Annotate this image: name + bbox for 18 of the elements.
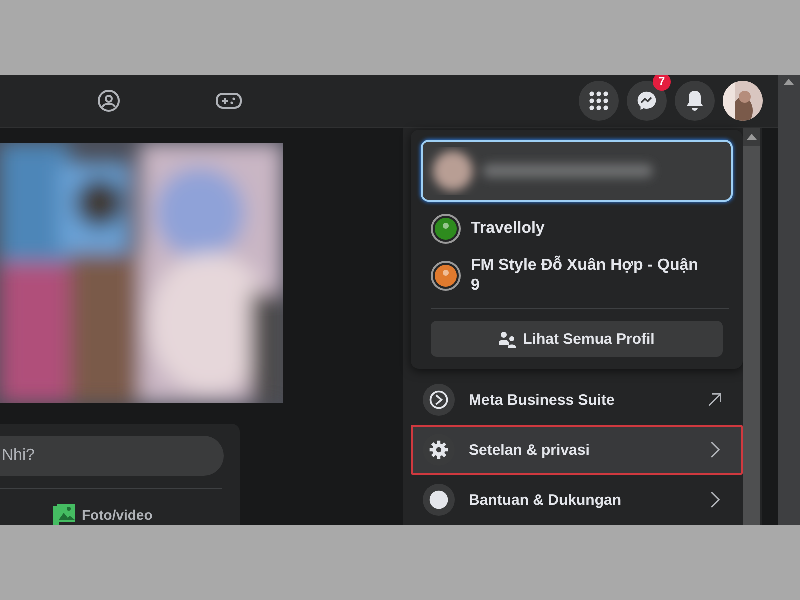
- notification-badge: 7: [653, 75, 671, 91]
- notifications-icon[interactable]: [675, 81, 715, 121]
- post-input-field[interactable]: Nhi?: [0, 436, 224, 476]
- meta-business-icon: [428, 389, 450, 411]
- see-all-profiles-button[interactable]: Lihat Semua Profil: [431, 321, 723, 357]
- settings-icon: [428, 439, 450, 461]
- menu-item[interactable]: Bantuan & Dukungan: [411, 475, 743, 525]
- scrollbar[interactable]: [743, 128, 760, 525]
- scrollbar[interactable]: [778, 75, 800, 525]
- people-icon: [499, 330, 518, 348]
- profile-item[interactable]: FM Style Đỗ Xuân Hợp - Quận 9: [421, 244, 733, 296]
- profile-item[interactable]: Travelloly: [421, 202, 733, 244]
- photo-icon: [52, 503, 76, 525]
- groups-icon[interactable]: [96, 88, 122, 114]
- menu-item[interactable]: Meta Business Suite: [411, 375, 743, 425]
- menu-item[interactable]: Setelan & privasi: [411, 425, 743, 475]
- account-avatar[interactable]: [723, 81, 763, 121]
- menu-icon[interactable]: [579, 81, 619, 121]
